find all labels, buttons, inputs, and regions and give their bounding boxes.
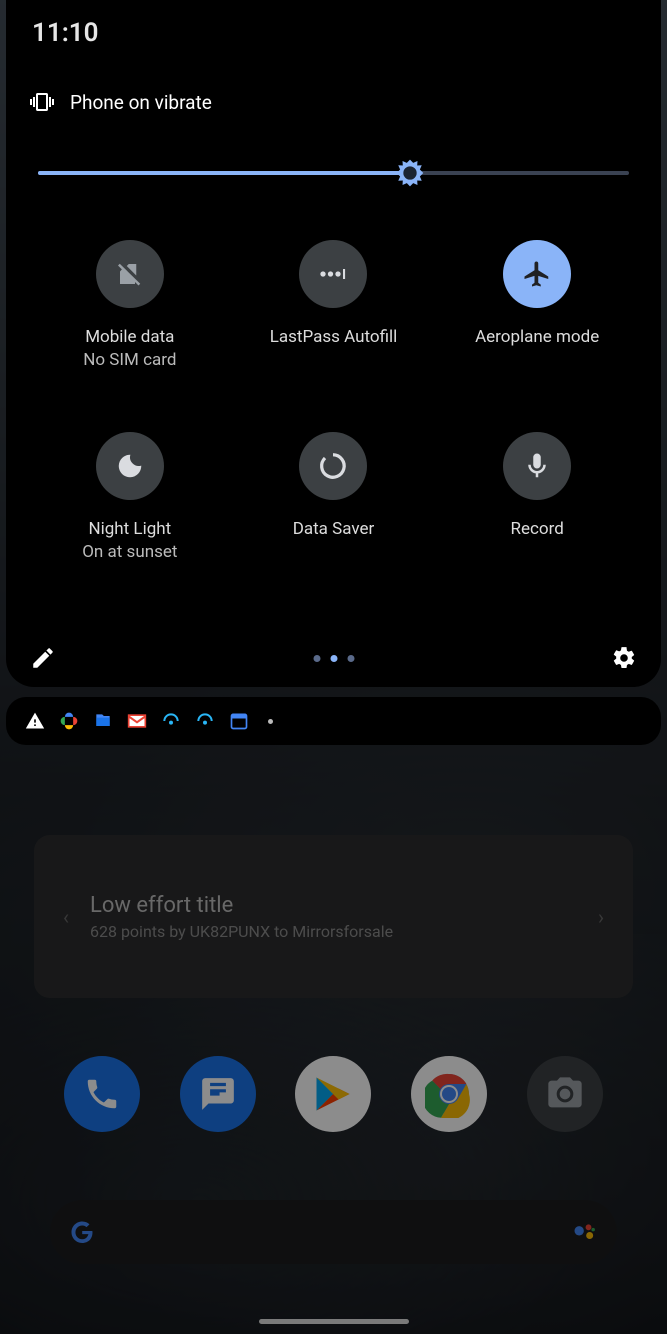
widget-body: Low effort title 628 points by UK82PUNX … (78, 893, 589, 941)
more-notifications-dot (268, 719, 273, 724)
podcast-icon (160, 710, 182, 732)
tile-label: Mobile dataNo SIM card (83, 326, 176, 372)
photos-icon (58, 710, 80, 732)
notification-icon-strip[interactable] (6, 697, 661, 745)
ringer-status-label: Phone on vibrate (70, 91, 212, 114)
settings-button[interactable] (609, 643, 639, 673)
moon-icon (96, 432, 164, 500)
assistant-icon[interactable] (571, 1218, 599, 1246)
page-dot (347, 655, 354, 662)
google-logo-icon (68, 1218, 96, 1246)
tile-night-light[interactable]: Night LightOn at sunset (28, 432, 232, 564)
page-dot (330, 655, 337, 662)
calendar-icon (228, 710, 250, 732)
camera-app-icon[interactable] (527, 1056, 603, 1132)
vibrate-icon (30, 90, 54, 114)
chrome-app-icon[interactable] (411, 1056, 487, 1132)
chevron-left-icon[interactable]: ‹ (54, 905, 78, 929)
widget-title: Low effort title (90, 893, 577, 918)
tile-label: Aeroplane mode (475, 326, 599, 349)
play-store-app-icon[interactable] (295, 1056, 371, 1132)
nav-handle[interactable] (259, 1319, 409, 1324)
tile-label: Data Saver (293, 518, 375, 541)
datasaver-icon (299, 432, 367, 500)
brightness-thumb[interactable] (394, 157, 426, 189)
tile-label: LastPass Autofill (270, 326, 398, 349)
files-icon (92, 710, 114, 732)
brightness-fill (38, 171, 410, 175)
brightness-slider[interactable] (38, 156, 629, 190)
warning-icon (24, 710, 46, 732)
tile-label: Record (511, 518, 564, 541)
messages-app-icon[interactable] (180, 1056, 256, 1132)
hn-widget-card[interactable]: ‹ Low effort title 628 points by UK82PUN… (34, 835, 633, 998)
widget-subtitle: 628 points by UK82PUNX to Mirrorsforsale (90, 922, 577, 941)
qs-tiles-grid: Mobile dataNo SIM card LastPass Autofill… (28, 240, 639, 564)
password-dots-icon (299, 240, 367, 308)
chevron-right-icon[interactable]: › (589, 905, 613, 929)
quick-settings-panel: 11:10 Phone on vibrate Mobile dataNo SIM… (6, 0, 661, 687)
page-dots (313, 655, 354, 662)
edit-tiles-button[interactable] (28, 643, 58, 673)
mic-icon (503, 432, 571, 500)
sim-off-icon (96, 240, 164, 308)
tile-aeroplane-mode[interactable]: Aeroplane mode (435, 240, 639, 372)
ringer-status-row[interactable]: Phone on vibrate (30, 90, 639, 114)
tile-mobile-data[interactable]: Mobile dataNo SIM card (28, 240, 232, 372)
gmail-icon (126, 710, 148, 732)
tile-label: Night LightOn at sunset (82, 518, 177, 564)
tile-record[interactable]: Record (435, 432, 639, 564)
page-dot (313, 655, 320, 662)
tile-data-saver[interactable]: Data Saver (232, 432, 436, 564)
qs-footer (28, 643, 639, 673)
google-search-bar[interactable] (50, 1200, 617, 1264)
dock (0, 1055, 667, 1133)
airplane-icon (503, 240, 571, 308)
status-time: 11:10 (32, 18, 639, 48)
phone-app-icon[interactable] (64, 1056, 140, 1132)
tile-lastpass-autofill[interactable]: LastPass Autofill (232, 240, 436, 372)
podcast-icon (194, 710, 216, 732)
